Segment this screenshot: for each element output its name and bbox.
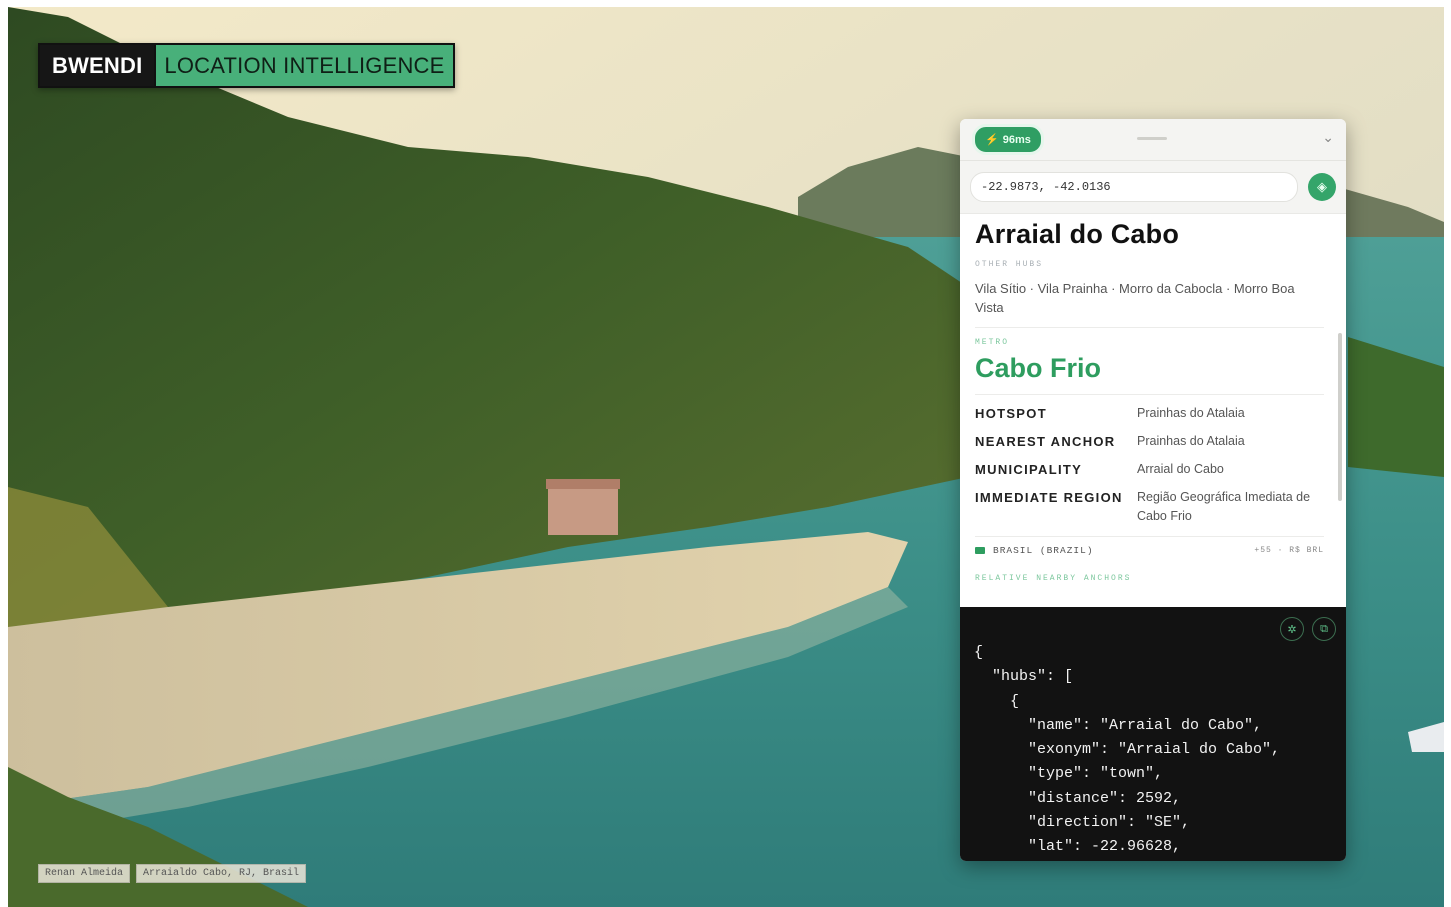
detail-row: NEAREST ANCHOR Prainhas do Atalaia xyxy=(975,432,1324,451)
json-line: "hubs": [ xyxy=(974,668,1074,686)
country-extra: +55 · R$ BRL xyxy=(1254,546,1324,555)
panel-header[interactable]: ⚡ 96ms ⌄ xyxy=(960,119,1346,161)
relative-anchors-label: RELATIVE NEARBY ANCHORS xyxy=(975,574,1132,583)
chevron-down-icon[interactable]: ⌄ xyxy=(1322,129,1334,146)
locate-button[interactable]: ◈ xyxy=(1308,173,1336,201)
json-line: "name": "Arraial do Cabo", xyxy=(974,716,1263,734)
expand-icon[interactable]: ✲ xyxy=(1280,617,1304,641)
json-line: { xyxy=(974,692,1020,710)
brand-tagline: LOCATION INTELLIGENCE xyxy=(154,45,453,86)
copy-icon[interactable]: ⧉ xyxy=(1312,617,1336,641)
credit-location[interactable]: Arraialdo Cabo, RJ, Brasil xyxy=(136,864,307,883)
coordinates-input[interactable] xyxy=(970,172,1298,202)
brand-badge: BWENDI LOCATION INTELLIGENCE xyxy=(38,43,455,88)
other-hubs-list: Vila Sítio · Vila Prainha · Morro da Cab… xyxy=(975,279,1324,328)
drag-handle[interactable] xyxy=(1137,137,1167,140)
latency-value: 96ms xyxy=(1002,133,1031,146)
place-title: Arraial do Cabo xyxy=(975,219,1180,249)
coordinate-search: ◈ xyxy=(960,161,1346,214)
json-line: "lat": -22.96628, xyxy=(974,838,1182,856)
detail-key: NEAREST ANCHOR xyxy=(975,434,1116,449)
country-name: BRASIL (BRAZIL) xyxy=(993,545,1094,556)
scrollbar[interactable] xyxy=(1338,333,1342,501)
bolt-icon: ⚡ xyxy=(985,134,999,146)
metro-label: METRO xyxy=(975,338,1010,347)
country-row: BRASIL (BRAZIL) +55 · R$ BRL xyxy=(975,536,1324,556)
json-line: "distance": 2592, xyxy=(974,789,1182,807)
photo-credits: Renan Almeida Arraialdo Cabo, RJ, Brasil xyxy=(38,864,307,883)
flag-icon xyxy=(975,547,985,554)
metro-name: Cabo Frio xyxy=(975,353,1324,395)
json-line: { xyxy=(974,644,984,661)
location-panel: ⚡ 96ms ⌄ ◈ Arraial do Cabo OTHER HUBS Vi… xyxy=(960,119,1346,861)
json-line: "type": "town", xyxy=(974,765,1164,783)
latency-badge: ⚡ 96ms xyxy=(972,124,1044,155)
result-content[interactable]: Arraial do Cabo OTHER HUBS Vila Sítio · … xyxy=(960,213,1346,601)
detail-key: MUNICIPALITY xyxy=(975,462,1083,477)
detail-row: IMMEDIATE REGION Região Geográfica Imedi… xyxy=(975,488,1324,526)
detail-key: IMMEDIATE REGION xyxy=(975,490,1123,505)
detail-row: HOTSPOT Prainhas do Atalaia xyxy=(975,404,1324,423)
json-output: ✲ ⧉ { "hubs": [ { "name": "Arraial do Ca… xyxy=(960,607,1346,861)
detail-value: Prainhas do Atalaia xyxy=(1137,406,1245,420)
other-hubs-label: OTHER HUBS xyxy=(975,260,1044,269)
json-line: "exonym": "Arraial do Cabo", xyxy=(974,741,1281,759)
detail-value: Arraial do Cabo xyxy=(1137,462,1224,476)
detail-row: MUNICIPALITY Arraial do Cabo xyxy=(975,460,1324,479)
crosshair-icon: ◈ xyxy=(1317,179,1327,194)
detail-value: Prainhas do Atalaia xyxy=(1137,434,1245,448)
credit-photographer[interactable]: Renan Almeida xyxy=(38,864,131,883)
detail-key: HOTSPOT xyxy=(975,406,1047,421)
code-toolbar: ✲ ⧉ xyxy=(1280,617,1336,641)
detail-value: Região Geográfica Imediata de Cabo Frio xyxy=(1137,490,1311,523)
json-line: "direction": "SE", xyxy=(974,814,1191,832)
app-frame: BWENDI LOCATION INTELLIGENCE Renan Almei… xyxy=(8,7,1444,907)
json-code: { "hubs": [ { "name": "Arraial do Cabo",… xyxy=(974,641,1280,860)
brand-name: BWENDI xyxy=(40,45,155,86)
